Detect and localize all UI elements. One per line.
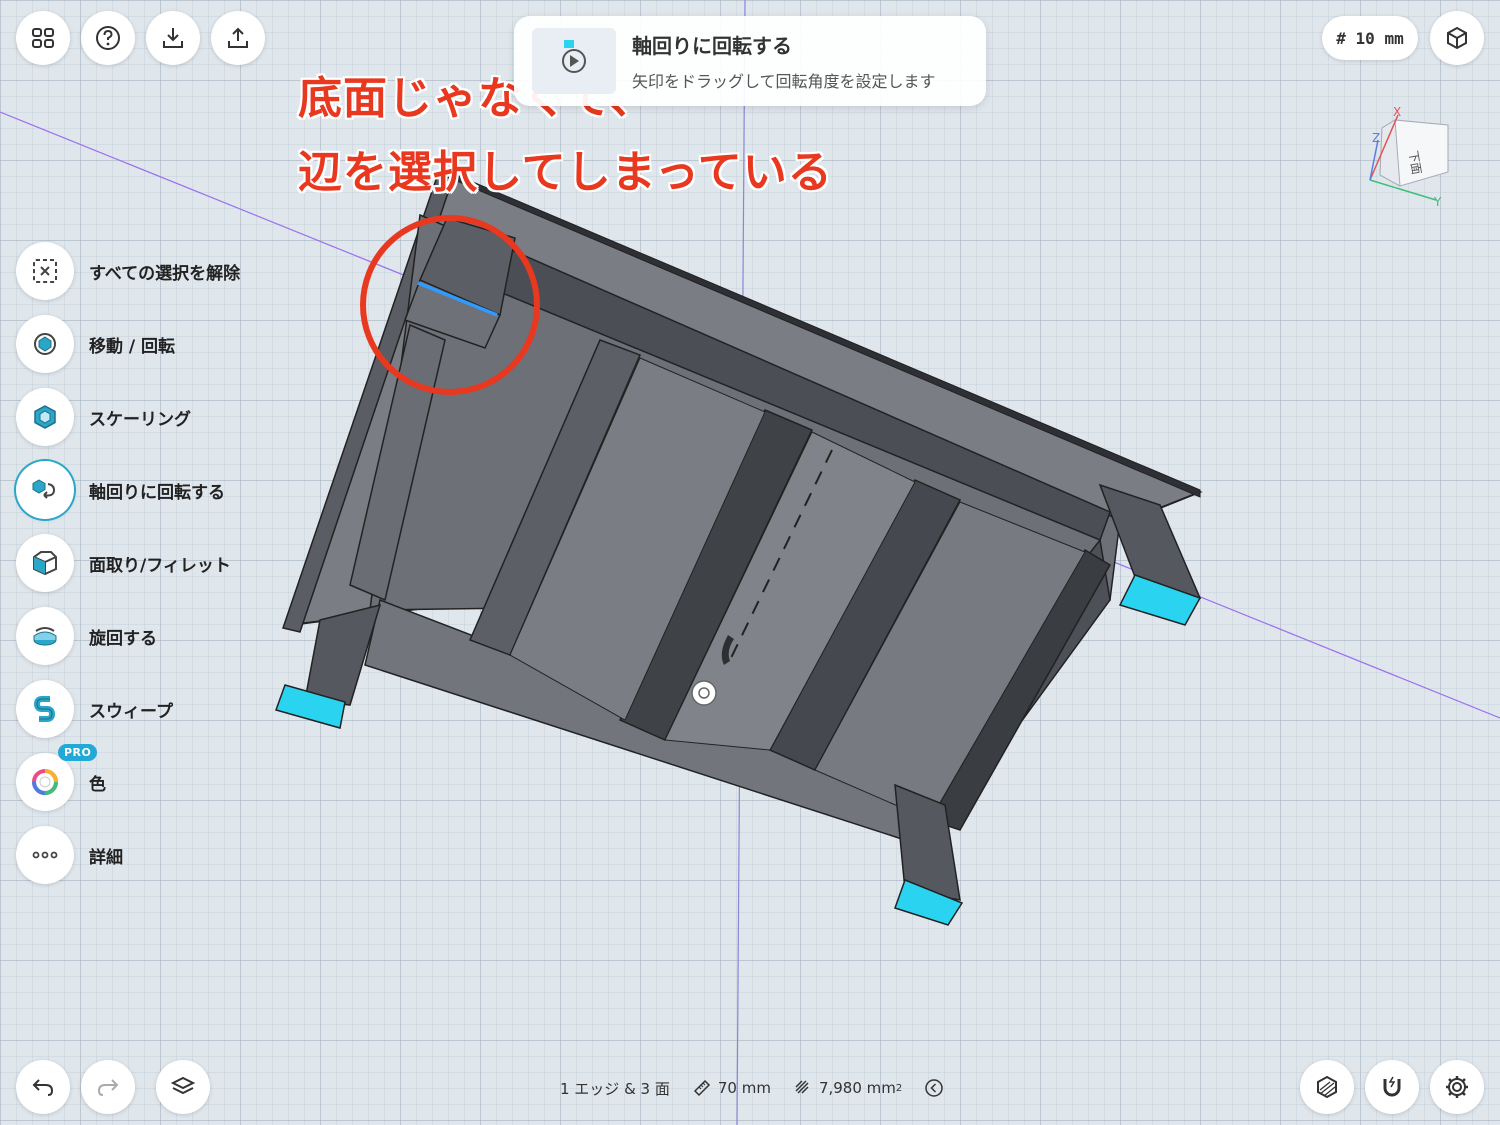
hint-video-thumbnail[interactable] — [532, 28, 616, 94]
tool-label: すべての選択を解除 — [89, 263, 241, 284]
selection-status-bar: 1 エッジ & 3 面 70 mm 7,980 mm 2 — [560, 1076, 944, 1100]
upload-icon — [228, 27, 248, 48]
chamfer-icon — [33, 551, 57, 576]
area-hatch-icon — [795, 1080, 809, 1094]
export-button[interactable] — [211, 11, 265, 65]
hint-description: 矢印をドラッグして回転角度を設定します — [632, 72, 936, 91]
view-cube[interactable]: X Y Z 下面 — [1369, 105, 1449, 209]
tool-axis-rotate[interactable]: 軸回りに回転する — [16, 460, 225, 520]
color-wheel-icon — [32, 769, 58, 795]
layers-button[interactable] — [156, 1060, 210, 1114]
tool-chamfer-fillet[interactable]: 面取り/フィレット — [16, 533, 231, 593]
scale-icon — [34, 405, 56, 429]
gear-icon — [1446, 1076, 1468, 1098]
tool-label: 面取り/フィレット — [89, 555, 231, 576]
help-icon — [96, 26, 120, 50]
render-style-button[interactable] — [1300, 1060, 1354, 1114]
area-unit-exponent: 2 — [895, 1082, 903, 1094]
layers-icon — [170, 1076, 196, 1095]
redo-icon — [97, 1079, 119, 1096]
axis-rotate-icon — [32, 479, 56, 499]
annotation-line-2: 辺を選択してしまっている — [298, 147, 833, 198]
hatched-cube-icon — [1317, 1075, 1337, 1099]
tool-label: 旋回する — [89, 628, 157, 649]
tool-label: スウィープ — [89, 701, 173, 722]
face-area: 7,980 mm — [818, 1079, 896, 1097]
tool-label: 色 — [89, 774, 106, 795]
view-cube-z-label: Z — [1372, 131, 1380, 145]
settings-button[interactable] — [1430, 1060, 1484, 1114]
view-cube-y-label: Y — [1433, 195, 1442, 209]
tool-color[interactable]: PRO 色 — [16, 744, 106, 812]
download-icon — [163, 28, 183, 48]
tool-deselect-all[interactable]: すべての選択を解除 — [16, 241, 240, 301]
tool-sweep[interactable]: スウィープ — [16, 679, 173, 739]
help-button[interactable] — [81, 11, 135, 65]
grid-icon — [32, 28, 54, 48]
tool-more[interactable]: 詳細 — [16, 825, 123, 885]
view-cube-x-label: X — [1393, 105, 1401, 119]
cube-view-icon — [1447, 26, 1467, 50]
sweep-icon — [33, 696, 56, 722]
hint-title: 軸回りに回転する — [632, 34, 792, 58]
selection-count: 1 エッジ & 3 面 — [560, 1079, 670, 1098]
play-icon — [562, 40, 586, 73]
tool-label: スケーリング — [89, 409, 191, 430]
edge-length: 70 mm — [717, 1079, 771, 1097]
redo-button[interactable] — [81, 1060, 135, 1114]
move-rotate-icon — [34, 333, 56, 355]
chevron-left-circle-icon[interactable] — [924, 1078, 944, 1098]
deselect-icon — [33, 259, 57, 283]
tool-revolve[interactable]: 旋回する — [16, 606, 157, 666]
grid-unit-button[interactable]: # 10 mm — [1322, 16, 1418, 60]
pro-badge: PRO — [58, 744, 98, 761]
undo-icon — [32, 1079, 54, 1096]
more-dots-icon — [32, 851, 58, 859]
view-mode-button[interactable] — [1430, 11, 1484, 65]
magnet-icon — [1383, 1076, 1401, 1097]
import-button[interactable] — [146, 11, 200, 65]
tool-label: 移動 / 回転 — [89, 336, 176, 357]
tool-move-rotate[interactable]: 移動 / 回転 — [16, 314, 175, 374]
tool-scale[interactable]: スケーリング — [16, 387, 191, 447]
snap-button[interactable] — [1365, 1060, 1419, 1114]
tool-hint-card[interactable]: 軸回りに回転する 矢印をドラッグして回転角度を設定します — [514, 16, 986, 106]
ruler-icon — [693, 1079, 710, 1097]
pivot-point-icon — [691, 680, 717, 706]
grid-menu-button[interactable] — [16, 11, 70, 65]
undo-button[interactable] — [16, 1060, 70, 1114]
tool-label: 詳細 — [89, 847, 123, 868]
tool-label: 軸回りに回転する — [89, 482, 225, 503]
revolve-icon — [33, 627, 57, 646]
